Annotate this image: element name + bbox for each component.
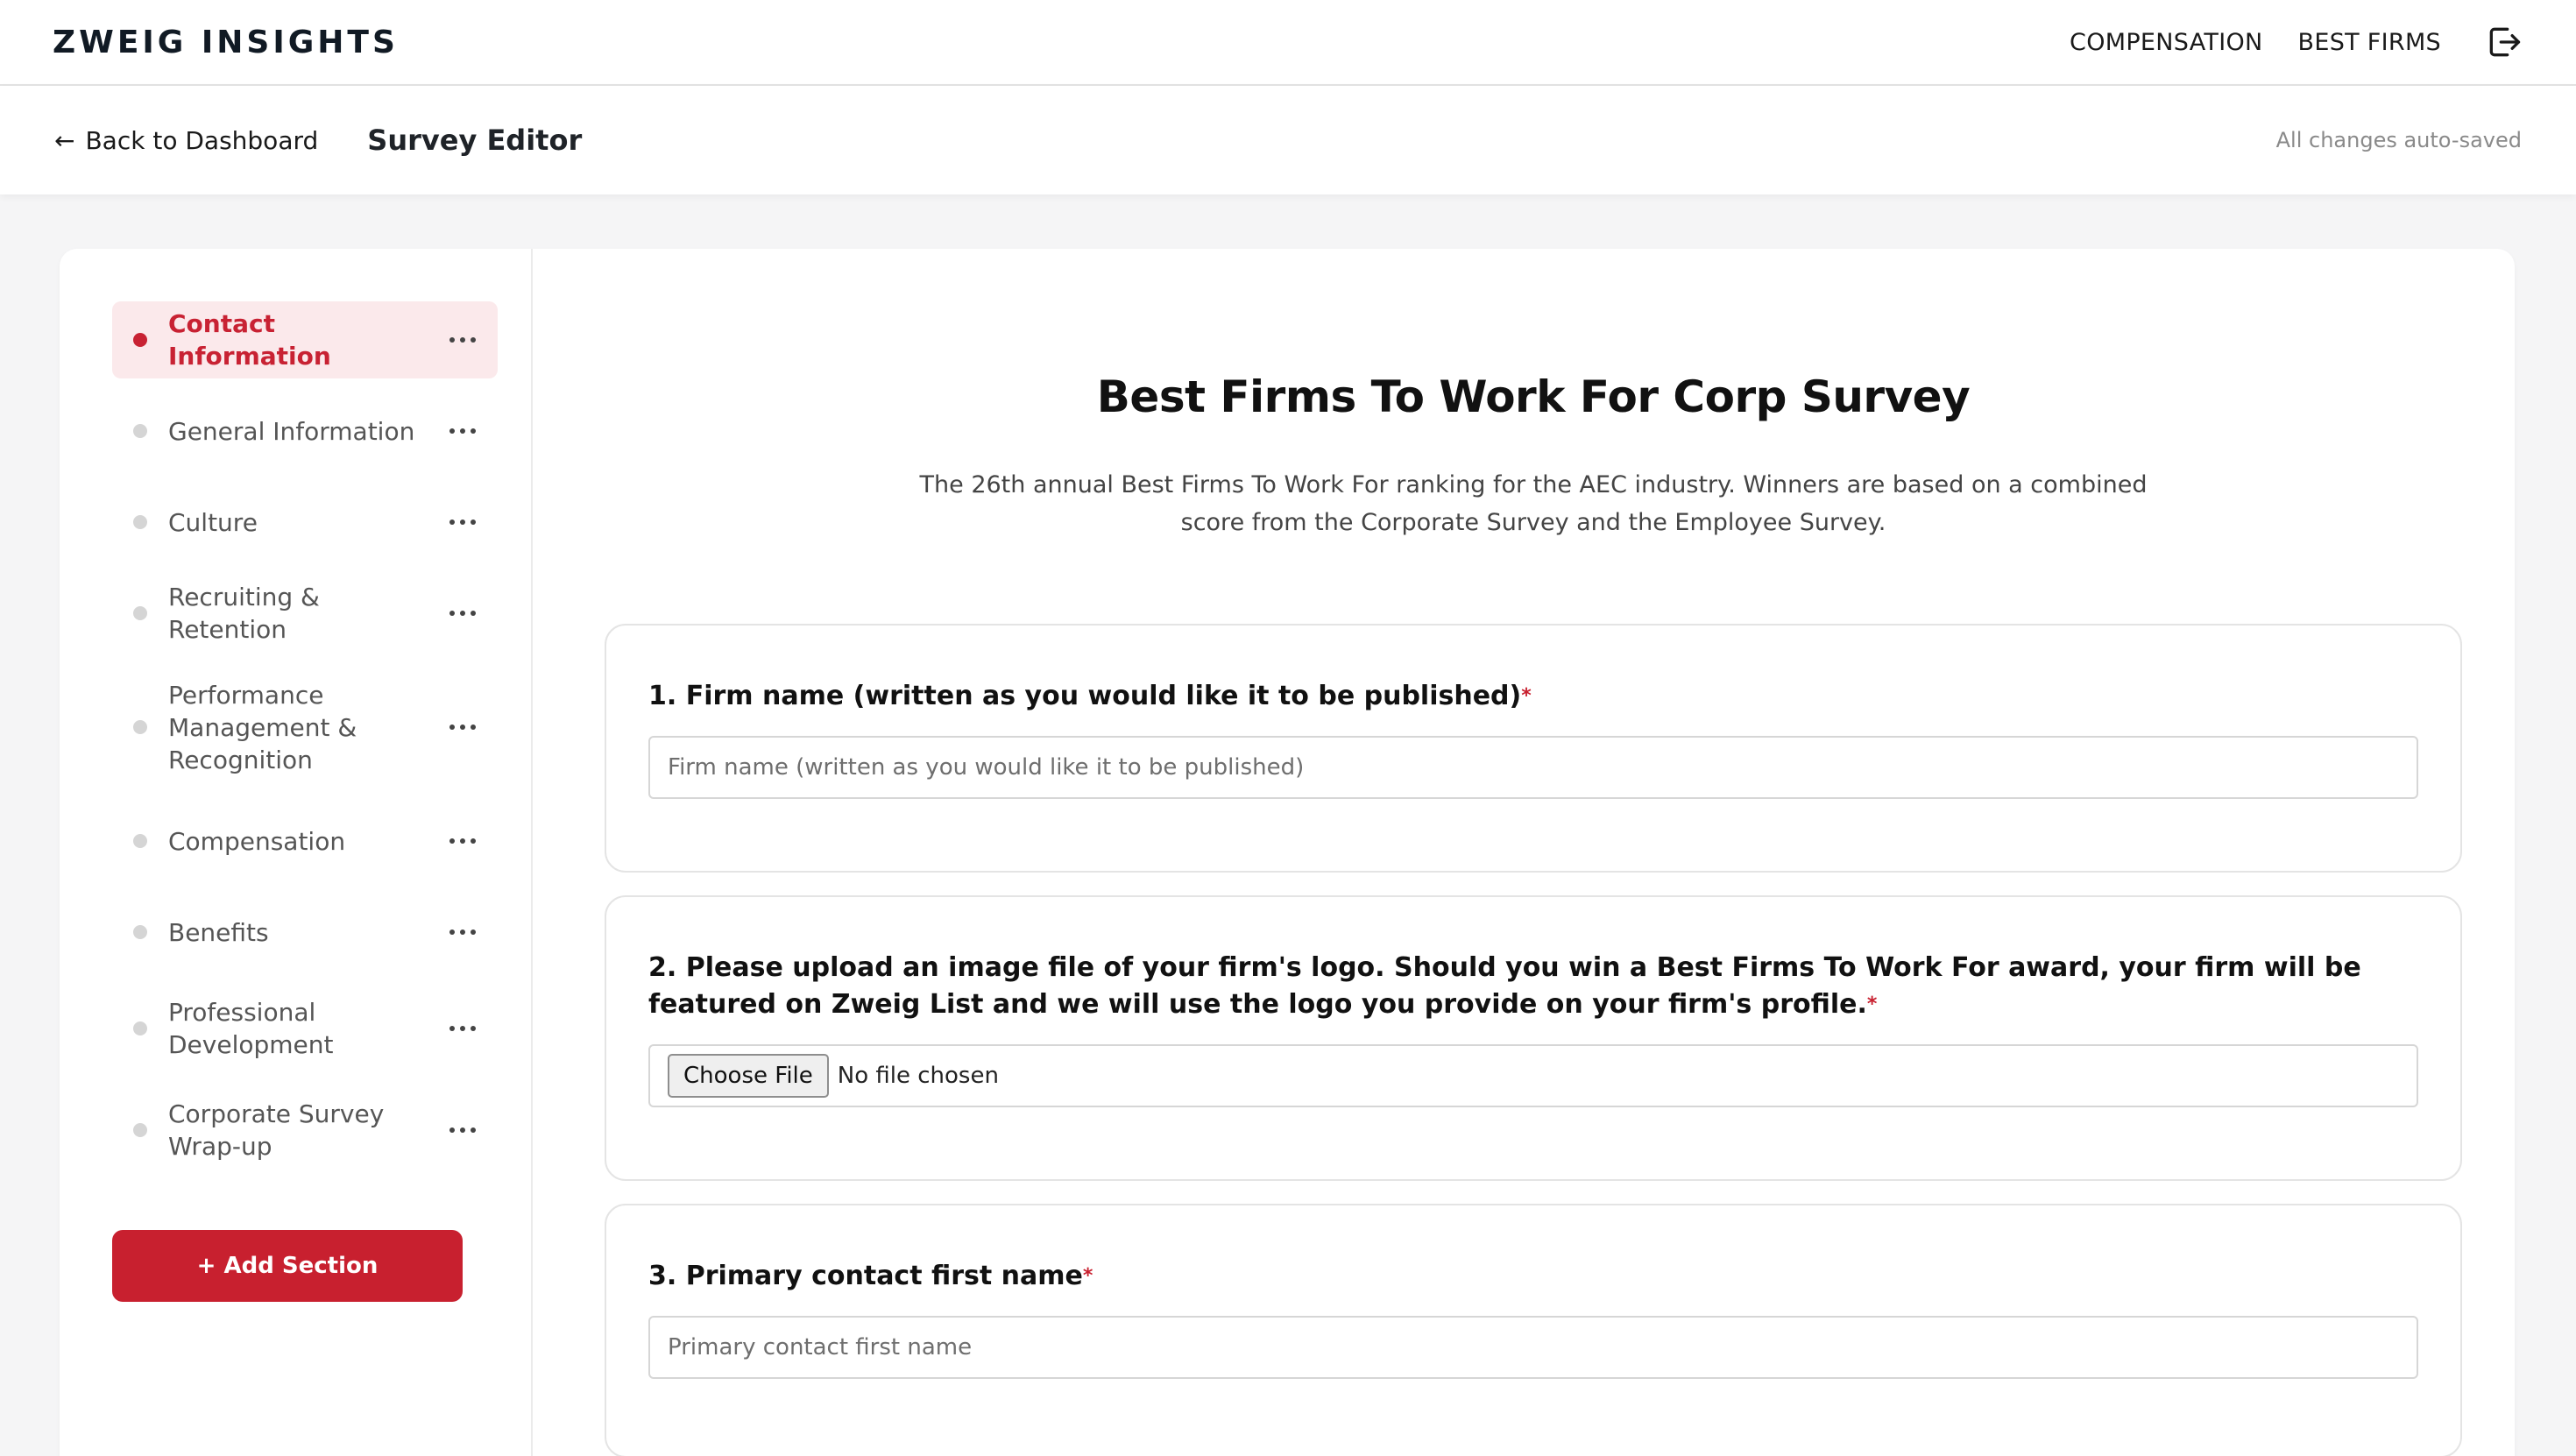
section-item-performance-management[interactable]: Performance Management & Recognition bbox=[112, 666, 498, 788]
editor-header: ← Back to Dashboard Survey Editor All ch… bbox=[0, 86, 2576, 194]
question-number: 3. bbox=[648, 1261, 677, 1291]
firm-name-input[interactable] bbox=[648, 736, 2418, 799]
top-nav: COMPENSATION BEST FIRMS bbox=[2070, 23, 2523, 61]
autosave-status: All changes auto-saved bbox=[2275, 128, 2522, 152]
section-item-professional-development[interactable]: Professional Development bbox=[112, 985, 498, 1072]
add-section-button[interactable]: + Add Section bbox=[112, 1230, 463, 1302]
question-label: 2. Please upload an image file of your f… bbox=[648, 950, 2418, 1023]
question-number: 1. bbox=[648, 681, 677, 711]
question-number: 2. bbox=[648, 952, 677, 983]
required-marker: * bbox=[1866, 993, 1878, 1015]
section-item-culture[interactable]: Culture bbox=[112, 484, 498, 561]
survey-content: Best Firms To Work For Corp Survey The 2… bbox=[605, 249, 2462, 1456]
primary-contact-first-name-input[interactable] bbox=[648, 1316, 2418, 1379]
section-sidebar: Contact Information General Information … bbox=[60, 249, 533, 1456]
choose-file-button[interactable]: Choose File bbox=[668, 1054, 829, 1098]
question-label: 3. Primary contact first name* bbox=[648, 1258, 2418, 1295]
more-options-icon[interactable] bbox=[445, 1127, 480, 1134]
more-options-icon[interactable] bbox=[445, 838, 480, 845]
section-label: Recruiting & Retention bbox=[168, 583, 320, 644]
more-options-icon[interactable] bbox=[445, 610, 480, 617]
back-to-dashboard-link[interactable]: ← Back to Dashboard bbox=[54, 126, 318, 155]
question-text: Please upload an image file of your firm… bbox=[648, 952, 2361, 1020]
section-status-dot bbox=[133, 834, 147, 848]
section-label: Benefits bbox=[168, 917, 269, 947]
section-label: Culture bbox=[168, 507, 258, 537]
back-label: Back to Dashboard bbox=[85, 125, 319, 155]
section-item-contact-information[interactable]: Contact Information bbox=[112, 301, 498, 378]
required-marker: * bbox=[1082, 1265, 1093, 1287]
question-card-2: 2. Please upload an image file of your f… bbox=[605, 895, 2462, 1181]
question-text: Firm name (written as you would like it … bbox=[685, 681, 1522, 711]
section-label: Professional Development bbox=[168, 998, 334, 1059]
question-card-1: 1. Firm name (written as you would like … bbox=[605, 624, 2462, 873]
logout-icon[interactable] bbox=[2485, 23, 2523, 61]
question-label: 1. Firm name (written as you would like … bbox=[648, 678, 2418, 715]
brand-logo[interactable]: ZWEIG INSIGHTS bbox=[53, 25, 399, 60]
more-options-icon[interactable] bbox=[445, 428, 480, 435]
section-status-dot bbox=[133, 1021, 147, 1035]
more-options-icon[interactable] bbox=[445, 519, 480, 526]
section-label: Contact Information bbox=[168, 309, 331, 371]
nav-compensation[interactable]: COMPENSATION bbox=[2070, 29, 2262, 56]
section-status-dot bbox=[133, 606, 147, 620]
section-item-benefits[interactable]: Benefits bbox=[112, 894, 498, 971]
more-options-icon[interactable] bbox=[445, 336, 480, 343]
section-status-dot bbox=[133, 424, 147, 438]
top-navbar: ZWEIG INSIGHTS COMPENSATION BEST FIRMS bbox=[0, 0, 2576, 86]
file-status-text: No file chosen bbox=[837, 1063, 999, 1089]
question-card-3: 3. Primary contact first name* bbox=[605, 1204, 2462, 1456]
section-item-general-information[interactable]: General Information bbox=[112, 392, 498, 470]
section-label: Corporate Survey Wrap-up bbox=[168, 1099, 385, 1161]
more-options-icon[interactable] bbox=[445, 929, 480, 936]
section-status-dot bbox=[133, 515, 147, 529]
section-item-recruiting-retention[interactable]: Recruiting & Retention bbox=[112, 575, 498, 652]
page-title: Survey Editor bbox=[367, 124, 583, 157]
logo-file-upload: Choose File No file chosen bbox=[648, 1044, 2418, 1107]
survey-description: The 26th annual Best Firms To Work For r… bbox=[919, 471, 2148, 536]
more-options-icon[interactable] bbox=[445, 724, 480, 731]
section-item-corporate-survey-wrap-up[interactable]: Corporate Survey Wrap-up bbox=[112, 1086, 498, 1174]
question-text: Primary contact first name bbox=[685, 1261, 1083, 1291]
required-marker: * bbox=[1521, 685, 1532, 707]
survey-editor-card: Contact Information General Information … bbox=[60, 249, 2515, 1456]
section-label: Compensation bbox=[168, 826, 346, 856]
section-list: Contact Information General Information … bbox=[112, 301, 498, 1174]
section-status-dot bbox=[133, 925, 147, 939]
more-options-icon[interactable] bbox=[445, 1025, 480, 1032]
nav-best-firms[interactable]: BEST FIRMS bbox=[2298, 29, 2441, 56]
arrow-left-icon: ← bbox=[54, 125, 75, 155]
section-label: General Information bbox=[168, 416, 415, 446]
section-status-dot bbox=[133, 1123, 147, 1137]
section-status-dot bbox=[133, 720, 147, 734]
survey-title: Best Firms To Work For Corp Survey bbox=[1096, 371, 1971, 422]
section-item-compensation[interactable]: Compensation bbox=[112, 802, 498, 880]
section-label: Performance Management & Recognition bbox=[168, 680, 357, 774]
section-status-dot bbox=[133, 333, 147, 347]
